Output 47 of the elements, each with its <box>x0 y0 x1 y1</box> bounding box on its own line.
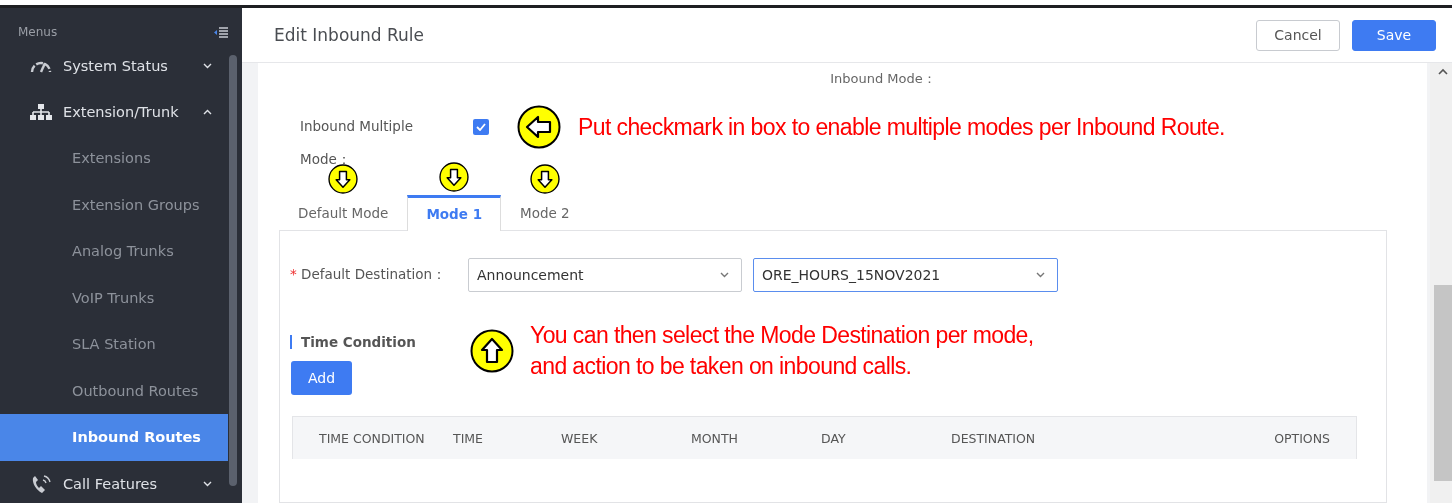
column-header: TIME <box>453 430 484 446</box>
chevron-down-icon <box>1036 272 1045 278</box>
sidebar-title: Menus <box>18 25 58 39</box>
collapse-menu-icon[interactable] <box>214 26 228 38</box>
sidebar-subitem[interactable]: VoIP Trunks <box>0 274 228 321</box>
column-header: MONTH <box>691 430 739 446</box>
annotation-text: Put checkmark in box to enable multiple modes per Inbound Route. <box>578 112 1225 142</box>
sidebar-item[interactable]: Extension/Trunk <box>0 89 232 135</box>
add-button[interactable]: Add <box>291 361 352 395</box>
column-header: TIME CONDITION <box>319 430 426 446</box>
sidebar-subitem[interactable]: Extensions <box>0 135 228 182</box>
cancel-button[interactable]: Cancel <box>1256 19 1340 51</box>
chevron-up-icon[interactable] <box>1438 68 1448 75</box>
annotation-text: You can then select the Mode Destination per mode, and action to be taken on inbound calls. <box>530 321 1034 381</box>
tab[interactable]: Mode 2 <box>501 196 589 230</box>
sidebar-subitem[interactable]: SLA Station <box>0 321 228 368</box>
sidebar-item[interactable]: System Status <box>0 43 232 89</box>
network-icon <box>30 104 52 120</box>
required-mark: * <box>290 266 297 282</box>
column-header: DAY <box>821 430 847 446</box>
sidebar-subitem[interactable]: Analog Trunks <box>0 228 228 275</box>
column-header: WEEK <box>561 430 599 446</box>
chevron-up-icon <box>203 109 212 115</box>
field-label: Default Destination： <box>301 266 447 282</box>
checkbox[interactable] <box>473 119 489 135</box>
phone-icon <box>30 473 52 494</box>
sidebar-subitem[interactable]: Inbound Routes <box>0 414 228 461</box>
dropdown[interactable]: Announcement <box>468 258 742 292</box>
tab[interactable]: Default Mode <box>279 196 408 230</box>
checkmark-icon <box>476 123 486 131</box>
chevron-down-icon <box>720 272 729 278</box>
dropdown[interactable]: ORE_HOURS_15NOV2021 <box>753 258 1058 292</box>
sidebar-subitem[interactable]: Outbound Routes <box>0 367 228 414</box>
column-header: OPTIONS <box>1274 430 1330 446</box>
save-button[interactable]: Save <box>1352 19 1436 51</box>
chevron-down-icon <box>203 63 212 69</box>
page-title: Edit Inbound Rule <box>274 25 426 45</box>
chevron-down-icon <box>203 480 212 487</box>
scrollbar[interactable] <box>1430 63 1452 503</box>
sidebar-item[interactable]: Call Features <box>0 460 232 503</box>
inbound-mode-label: Inbound Mode： <box>830 71 936 86</box>
column-header: DESTINATION <box>951 430 1037 446</box>
scrollbar[interactable] <box>229 55 237 486</box>
tab[interactable]: Mode 1 <box>407 195 502 231</box>
gauge-icon <box>30 59 52 73</box>
sidebar-subitem[interactable]: Extension Groups <box>0 181 228 228</box>
field-label: Inbound Multiple Mode： <box>299 117 414 169</box>
